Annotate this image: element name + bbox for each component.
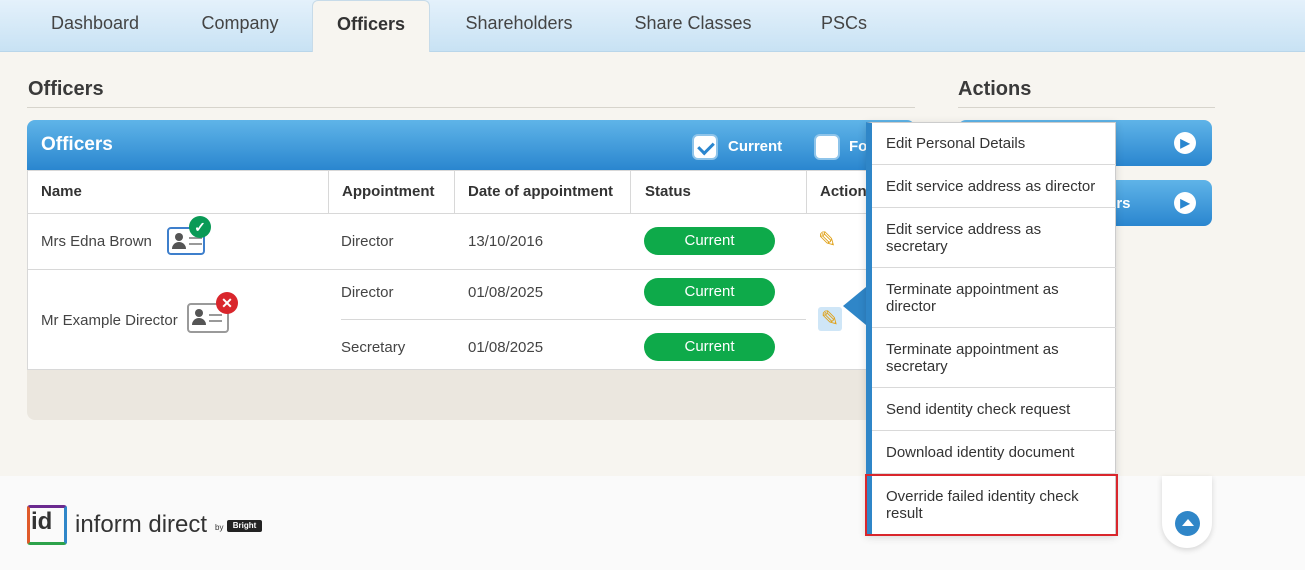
status-badge: Current: [644, 227, 775, 255]
former-filter-label: Fo: [849, 138, 868, 155]
logo-id: id: [31, 508, 53, 535]
menu-item-edit-address-director[interactable]: Edit service address as director: [872, 165, 1116, 208]
former-filter-checkbox[interactable]: [814, 134, 840, 160]
panel-title: Officers: [41, 134, 113, 155]
pencil-icon[interactable]: ✎: [818, 307, 842, 331]
pencil-icon[interactable]: ✎: [818, 227, 836, 253]
arrow-right-icon: ▶: [1174, 192, 1196, 214]
column-divider: [328, 170, 329, 214]
logo-text: inform direct: [75, 511, 208, 538]
column-header-date: Date of appointment: [468, 183, 613, 200]
divider: [958, 107, 1215, 108]
officers-panel-header: Officers Current Fo: [27, 120, 915, 170]
actions-section-title: Actions: [958, 78, 1032, 100]
menu-item-override-id-check[interactable]: Override failed identity check result: [865, 474, 1118, 536]
menu-item-terminate-secretary[interactable]: Terminate appointment as secretary: [872, 328, 1116, 388]
column-divider: [630, 170, 631, 214]
column-header-appointment: Appointment: [342, 183, 435, 200]
column-header-name: Name: [41, 183, 82, 200]
check-icon: ✓: [189, 216, 211, 238]
column-divider: [454, 170, 455, 214]
bright-logo: Bright: [227, 520, 262, 532]
row-divider: [27, 269, 915, 270]
menu-item-download-id-document[interactable]: Download identity document: [872, 431, 1116, 474]
tab-dashboard[interactable]: Dashboard: [28, 0, 162, 52]
appointment-role: Director: [341, 233, 394, 250]
appointment-date: 13/10/2016: [468, 233, 544, 250]
menu-item-edit-personal-details[interactable]: Edit Personal Details: [872, 122, 1116, 165]
tab-bar: Dashboard Company Officers Shareholders …: [0, 0, 1305, 53]
menu-item-edit-address-secretary[interactable]: Edit service address as secretary: [872, 208, 1116, 268]
tab-shareholders[interactable]: Shareholders: [446, 0, 592, 52]
tab-company[interactable]: Company: [176, 0, 304, 52]
appointment-role: Director: [341, 284, 394, 301]
column-divider: [806, 170, 807, 214]
arrow-right-icon: ▶: [1174, 132, 1196, 154]
menu-item-terminate-director[interactable]: Terminate appointment as director: [872, 268, 1116, 328]
officer-name[interactable]: Mr Example Director: [41, 312, 178, 329]
scroll-to-top-button[interactable]: [1162, 476, 1212, 548]
logo-by: by: [215, 523, 224, 532]
status-badge: Current: [644, 333, 775, 361]
menu-item-send-id-check[interactable]: Send identity check request: [872, 388, 1116, 431]
menu-pointer: [843, 287, 866, 325]
appointment-role: Secretary: [341, 339, 406, 356]
tab-pscs[interactable]: PSCs: [800, 0, 888, 52]
current-filter-checkbox[interactable]: [692, 134, 718, 160]
divider: [27, 107, 915, 108]
officers-section-title: Officers: [28, 78, 104, 100]
header-divider: [27, 213, 915, 214]
appointment-date: 01/08/2025: [468, 284, 544, 301]
appointment-divider: [341, 319, 806, 320]
arrow-up-icon: [1175, 511, 1200, 536]
status-badge: Current: [644, 278, 775, 306]
x-icon: ✕: [216, 292, 238, 314]
appointment-date: 01/08/2025: [468, 339, 544, 356]
tab-officers[interactable]: Officers: [312, 0, 430, 53]
column-header-status: Status: [645, 183, 691, 200]
tab-share-classes[interactable]: Share Classes: [618, 0, 768, 52]
current-filter-label: Current: [728, 138, 783, 155]
officer-name[interactable]: Mrs Edna Brown: [41, 233, 152, 250]
column-header-action: Action: [820, 183, 867, 200]
